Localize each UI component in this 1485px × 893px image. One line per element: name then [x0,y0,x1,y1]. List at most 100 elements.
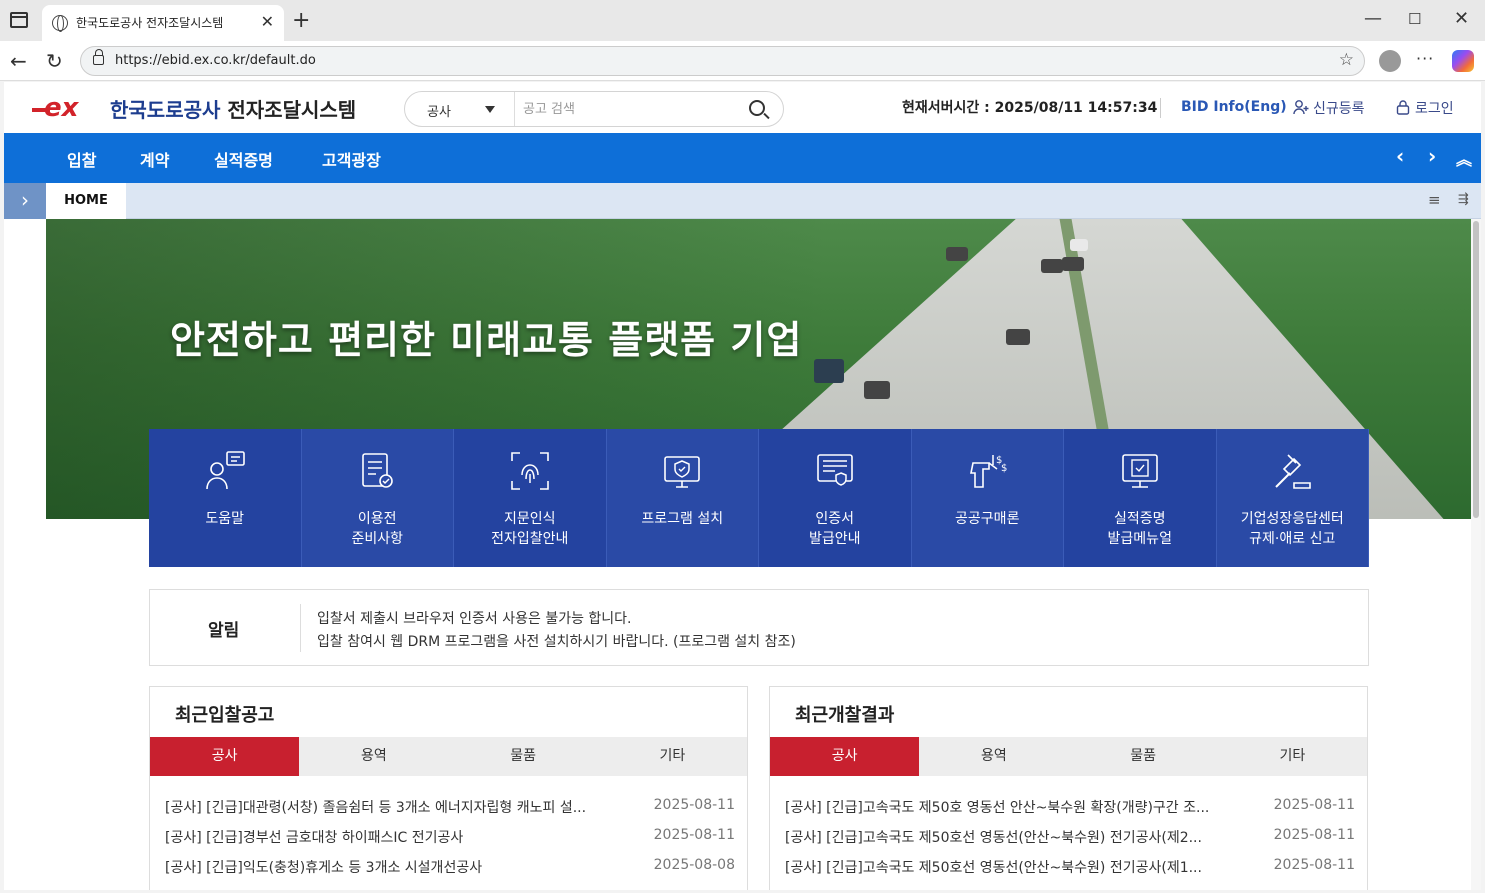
notice-box: 알림 입찰서 제출시 브라우저 인증서 사용은 불가능 합니다. 입찰 참여시 … [149,589,1369,666]
list-item[interactable]: [공사] [긴급]익도(충청)휴게소 등 3개소 시설개선공사 2025-08-… [165,857,735,879]
quick-link-help[interactable]: 도움말 [149,429,302,567]
close-tab-icon[interactable]: ✕ [261,12,274,31]
site-header: ex 한국도로공사 전자조달시스템 공사 현재서버시간 : 2025/08/11… [4,82,1481,133]
list-item-date: 2025-08-08 [653,857,735,873]
header-divider [1160,98,1161,118]
signup-link[interactable]: 신규등록 [1293,98,1365,118]
list-item-date: 2025-08-11 [1273,827,1355,843]
more-menu-icon[interactable]: ··· [1416,49,1434,68]
page-tabstrip: › HOME ≡ ⇶ [4,183,1481,219]
profile-avatar-icon[interactable] [1379,50,1401,72]
copilot-icon[interactable] [1452,50,1474,72]
url-field[interactable]: https://ebid.ex.co.kr/default.do ☆ [80,46,1365,76]
recent-results-panel: 최근개찰결과 공사 용역 물품 기타 [공사] [긴급]고속국도 제50호 영동… [769,686,1368,890]
quick-link-label: 프로그램 설치 [641,511,724,527]
nav-item-performance[interactable]: 실적증명 [214,147,273,171]
ex-logo-icon[interactable]: ex [30,94,102,122]
quick-link-fingerprint[interactable]: 지문인식 전자입찰안내 [454,429,607,567]
recent-results-title: 최근개찰결과 [795,705,895,726]
gavel-icon [1275,454,1312,489]
quick-link-label: 기업성장응답센터 규제·애로 신고 [1240,511,1344,547]
chevron-left-icon[interactable]: ‹ [1396,144,1404,168]
search-input[interactable] [523,100,733,118]
sidebar-toggle-chevron-icon[interactable]: › [4,183,46,219]
banner-car [946,247,968,261]
help-person-icon [205,451,245,490]
tab-service[interactable]: 용역 [299,737,448,776]
quick-link-label: 지문인식 전자입찰안내 [491,511,569,547]
banner-car [1006,329,1030,345]
search-icon[interactable] [749,100,765,116]
quick-link-label: 실적증명 발급메뉴얼 [1107,511,1172,547]
banner-car [864,381,890,399]
tab-title: 한국도로공사 전자조달시스템 [76,16,224,30]
hand-coin-icon: $$ [970,455,1008,488]
main-nav: 입찰 계약 실적증명 고객광장 ‹ › ︽ [4,133,1481,183]
tab-service[interactable]: 용역 [919,737,1068,776]
maximize-icon[interactable]: ☐ [1408,10,1421,28]
fingerprint-icon [510,452,549,490]
server-time-label: 현재서버시간 : [902,100,995,116]
browser-tab[interactable]: 한국도로공사 전자조달시스템 ✕ [42,5,284,41]
list-item-title: [공사] [긴급]익도(충청)휴게소 등 3개소 시설개선공사 [165,860,483,876]
browser-addressbar: ← ↻ https://ebid.ex.co.kr/default.do ☆ ·… [0,41,1485,81]
quick-link-certificate[interactable]: 인증서 발급안내 [759,429,912,567]
tab-goods[interactable]: 물품 [1069,737,1218,776]
quick-link-program-install[interactable]: 프로그램 설치 [606,429,759,567]
tab-construction[interactable]: 공사 [770,737,920,776]
tab-construction[interactable]: 공사 [150,737,300,776]
quick-link-growth-center[interactable]: 기업성장응답센터 규제·애로 신고 [1216,429,1369,567]
close-all-tabs-icon[interactable]: ⇶ [1458,192,1469,207]
banner-truck [814,359,844,383]
quick-link-label: 이용전 준비사항 [351,511,404,547]
nav-item-bid[interactable]: 입찰 [67,147,96,171]
minimize-icon[interactable]: — [1364,8,1382,29]
svg-text:ex: ex [44,94,80,122]
tab-home[interactable]: HOME [46,183,126,219]
lock-icon [93,49,104,65]
nav-item-contract[interactable]: 계약 [140,147,169,171]
site-logo-text[interactable]: 한국도로공사 전자조달시스템 [110,94,356,123]
notice-line[interactable]: 입찰 참여시 웹 DRM 프로그램을 사전 설치하시기 바랍니다. (프로그램 … [317,631,796,651]
tab-actions-icon[interactable] [10,12,28,28]
quick-link-preparation[interactable]: 이용전 준비사항 [301,429,454,567]
caret-down-icon [485,106,495,113]
list-item-title: [공사] [긴급]고속국도 제50호선 영동선(안산~북수원) 전기공사(제1.… [785,860,1202,876]
server-time: 현재서버시간 : 2025/08/11 14:57:34 [902,97,1157,117]
lock-login-icon [1396,100,1410,115]
tab-list-icon[interactable]: ≡ [1428,191,1441,209]
list-item[interactable]: [공사] [긴급]대관령(서창) 졸음쉼터 등 3개소 에너지자립형 캐노피 설… [165,797,735,819]
nav-item-customer[interactable]: 고객광장 [322,147,381,171]
tab-goods[interactable]: 물품 [449,737,598,776]
list-item[interactable]: [공사] [긴급]고속국도 제50호선 영동선(안산~북수원) 전기공사(제2.… [785,827,1355,849]
login-label: 로그인 [1415,101,1454,117]
list-item[interactable]: [공사] [긴급]고속국도 제50호 영동선 안산~북수원 확장(개량)구간 조… [785,797,1355,819]
tab-etc[interactable]: 기타 [598,737,747,776]
refresh-icon[interactable]: ↻ [46,49,63,73]
collapse-up-icon[interactable]: ︽ [1456,146,1472,170]
search-category-select[interactable]: 공사 [405,92,515,126]
chevron-right-icon[interactable]: › [1428,144,1436,168]
svg-text:$: $ [1001,463,1007,474]
page-scrollbar[interactable] [1471,219,1481,890]
quick-link-label: 인증서 발급안내 [808,511,861,547]
new-tab-icon[interactable]: + [292,8,310,33]
checklist-icon [362,453,394,488]
quick-link-public-purchase[interactable]: $ $ 공공구매론 [911,429,1064,567]
list-item-title: [공사] [긴급]고속국도 제50호 영동선 안산~북수원 확장(개량)구간 조… [785,800,1210,816]
quick-link-performance-manual[interactable]: 실적증명 발급메뉴얼 [1064,429,1217,567]
scrollbar-thumb[interactable] [1473,221,1479,518]
close-window-icon[interactable]: ✕ [1454,8,1469,29]
notice-line: 입찰서 제출시 브라우저 인증서 사용은 불가능 합니다. [317,611,632,627]
login-link[interactable]: 로그인 [1395,98,1454,118]
quick-links: 도움말 이용전 준비사항 지문인식 전자입찰안내 프로그램 설치 인증서 발급안… [149,429,1369,567]
tab-etc[interactable]: 기타 [1218,737,1367,776]
back-icon[interactable]: ← [10,49,27,73]
favorite-star-icon[interactable]: ☆ [1339,50,1354,70]
bid-info-eng-link[interactable]: BID Info(Eng) [1181,99,1287,115]
banner-car [1041,259,1063,273]
list-item[interactable]: [공사] [긴급]고속국도 제50호선 영동선(안산~북수원) 전기공사(제1.… [785,857,1355,879]
list-item[interactable]: [공사] [긴급]경부선 금호대창 하이패스IC 전기공사 2025-08-11 [165,827,735,849]
logo-subname: 전자조달시스템 [227,98,357,122]
quick-link-label: 도움말 [205,511,245,527]
